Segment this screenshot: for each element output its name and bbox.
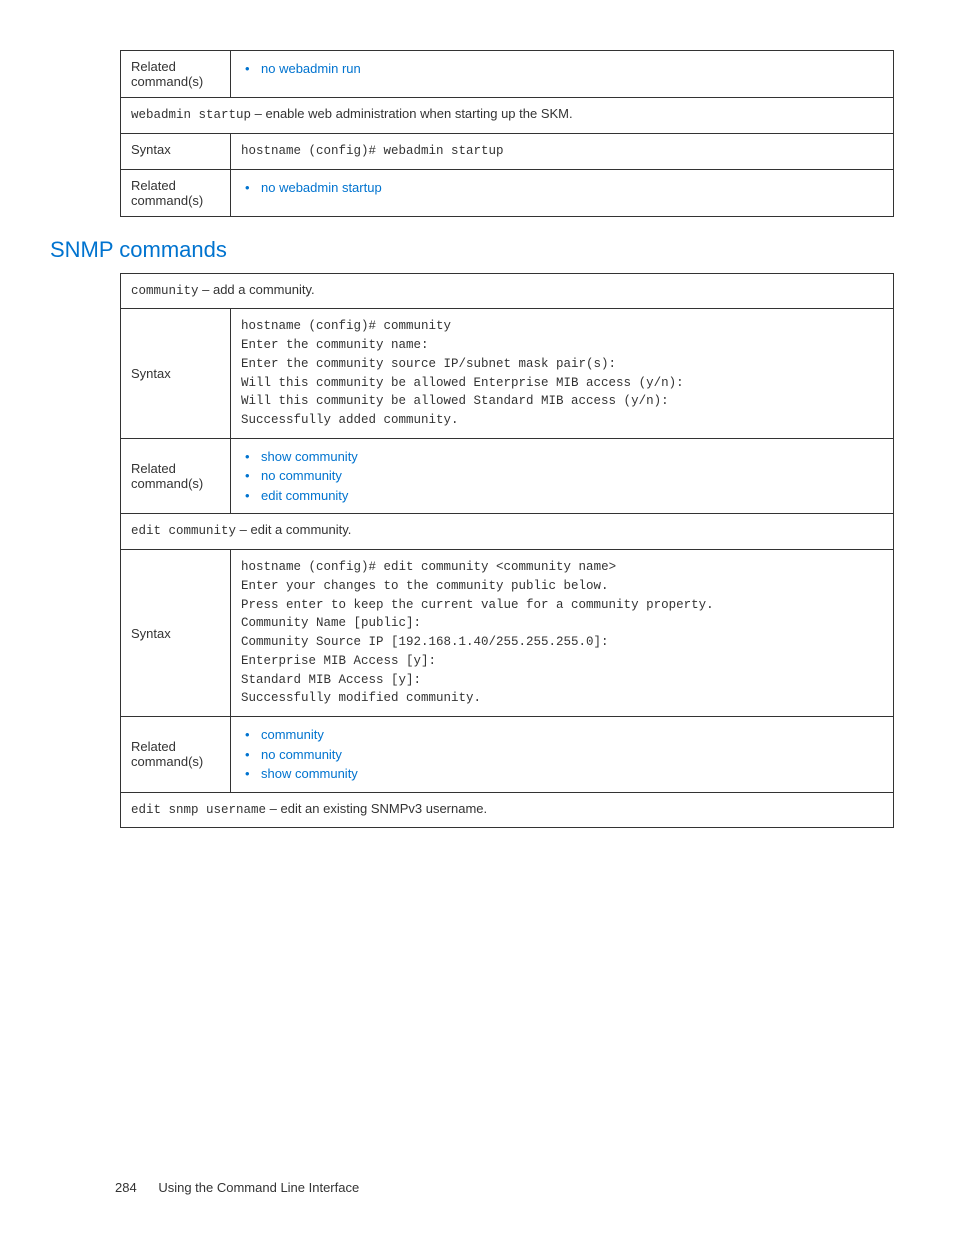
related-commands-label: Related command(s) xyxy=(121,51,231,98)
related-commands-cell: no webadmin run xyxy=(231,51,894,98)
page-number: 284 xyxy=(115,1180,137,1195)
command-text: webadmin startup xyxy=(131,108,251,122)
link-edit-community[interactable]: edit community xyxy=(261,488,348,503)
link-no-community[interactable]: no community xyxy=(261,468,342,483)
syntax-prefix: hostname (config)# edit community xyxy=(241,560,496,574)
syntax-value: hostname (config)# webadmin startup xyxy=(241,144,504,158)
syntax-line: hostname (config)# community xyxy=(241,317,883,336)
table-row: Syntax hostname (config)# edit community… xyxy=(121,550,894,717)
command-text: community xyxy=(131,284,199,298)
description-text: – edit an existing SNMPv3 username. xyxy=(266,801,487,816)
syntax-line: Enter the community name: xyxy=(241,336,883,355)
syntax-line: Enterprise MIB Access [y]: xyxy=(241,652,883,671)
table-row: Syntax hostname (config)# webadmin start… xyxy=(121,133,894,169)
page-footer: 284 Using the Command Line Interface xyxy=(115,1180,359,1195)
syntax-line: Successfully modified community. xyxy=(241,689,883,708)
table-row: community – add a community. xyxy=(121,273,894,309)
syntax-cell: hostname (config)# community Enter the c… xyxy=(231,309,894,439)
link-no-webadmin-run[interactable]: no webadmin run xyxy=(261,61,361,76)
related-commands-label: Related command(s) xyxy=(121,169,231,216)
section-heading: SNMP commands xyxy=(50,237,894,263)
community-desc: community – add a community. xyxy=(121,273,894,309)
description-text: – edit a community. xyxy=(236,522,351,537)
syntax-line: Community Source IP [192.168.1.40/255.25… xyxy=(241,633,883,652)
syntax-line: Successfully added community. xyxy=(241,411,883,430)
related-commands-label: Related command(s) xyxy=(121,438,231,514)
syntax-cell: hostname (config)# webadmin startup xyxy=(231,133,894,169)
command-text: edit snmp username xyxy=(131,803,266,817)
link-no-webadmin-startup[interactable]: no webadmin startup xyxy=(261,180,382,195)
syntax-label: Syntax xyxy=(121,133,231,169)
syntax-line: Will this community be allowed Standard … xyxy=(241,392,883,411)
table-webadmin: Related command(s) no webadmin run webad… xyxy=(120,50,894,217)
table-row: edit snmp username – edit an existing SN… xyxy=(121,792,894,828)
description-text: – add a community. xyxy=(199,282,315,297)
syntax-arg: <community name> xyxy=(496,560,616,574)
table-row: Related command(s) community no communit… xyxy=(121,717,894,793)
edit-snmp-desc: edit snmp username – edit an existing SN… xyxy=(121,792,894,828)
table-snmp: community – add a community. Syntax host… xyxy=(120,273,894,829)
link-show-community[interactable]: show community xyxy=(261,449,358,464)
syntax-line: Community Name [public]: xyxy=(241,614,883,633)
syntax-line: Press enter to keep the current value fo… xyxy=(241,596,883,615)
related-commands-cell: no webadmin startup xyxy=(231,169,894,216)
table-row: Syntax hostname (config)# community Ente… xyxy=(121,309,894,439)
table-row: webadmin startup – enable web administra… xyxy=(121,98,894,134)
syntax-cell: hostname (config)# edit community <commu… xyxy=(231,550,894,717)
table-row: Related command(s) show community no com… xyxy=(121,438,894,514)
related-commands-cell: show community no community edit communi… xyxy=(231,438,894,514)
table-row: edit community – edit a community. xyxy=(121,514,894,550)
table-row: Related command(s) no webadmin run xyxy=(121,51,894,98)
syntax-line: Will this community be allowed Enterpris… xyxy=(241,374,883,393)
link-show-community[interactable]: show community xyxy=(261,766,358,781)
table-row: Related command(s) no webadmin startup xyxy=(121,169,894,216)
related-commands-cell: community no community show community xyxy=(231,717,894,793)
syntax-label: Syntax xyxy=(121,309,231,439)
syntax-label: Syntax xyxy=(121,550,231,717)
syntax-line: Enter the community source IP/subnet mas… xyxy=(241,355,883,374)
edit-community-desc: edit community – edit a community. xyxy=(121,514,894,550)
description-text: – enable web administration when startin… xyxy=(251,106,573,121)
syntax-line: Enter your changes to the community publ… xyxy=(241,577,883,596)
footer-text: Using the Command Line Interface xyxy=(158,1180,359,1195)
command-text: edit community xyxy=(131,524,236,538)
webadmin-startup-desc: webadmin startup – enable web administra… xyxy=(121,98,894,134)
related-commands-label: Related command(s) xyxy=(121,717,231,793)
link-no-community[interactable]: no community xyxy=(261,747,342,762)
syntax-line: hostname (config)# edit community <commu… xyxy=(241,558,883,577)
link-community[interactable]: community xyxy=(261,727,324,742)
syntax-line: Standard MIB Access [y]: xyxy=(241,671,883,690)
